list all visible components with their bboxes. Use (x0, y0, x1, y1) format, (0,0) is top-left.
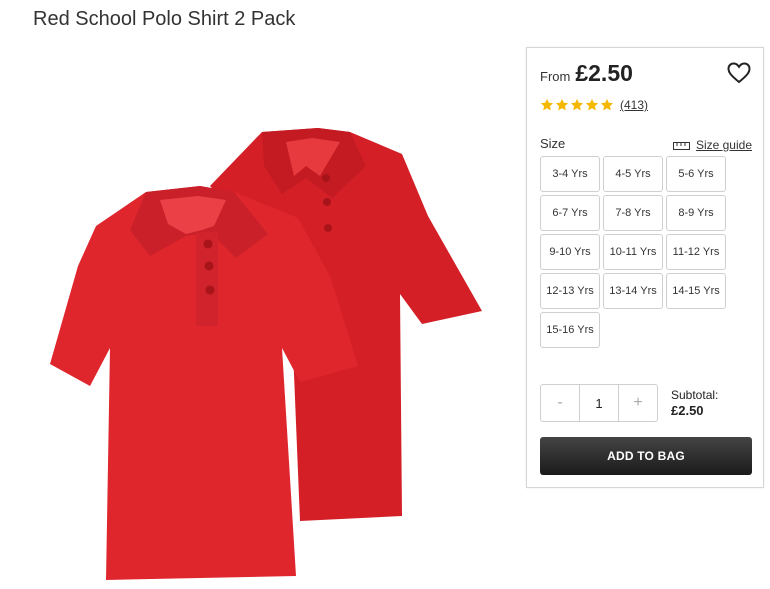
size-option[interactable]: 5-6 Yrs (666, 156, 726, 192)
subtotal-label: Subtotal: (671, 388, 719, 402)
star-icon (555, 98, 569, 111)
size-label: Size (540, 136, 566, 151)
decrease-quantity-button[interactable]: - (541, 385, 579, 421)
heart-icon[interactable] (727, 62, 751, 84)
size-option[interactable]: 9-10 Yrs (540, 234, 600, 270)
subtotal: Subtotal: £2.50 (671, 388, 718, 418)
size-guide-label: Size guide (695, 138, 752, 152)
from-label: From (540, 69, 571, 84)
size-option[interactable]: 12-13 Yrs (540, 273, 600, 309)
size-option[interactable]: 14-15 Yrs (666, 273, 726, 309)
size-option[interactable]: 7-8 Yrs (603, 195, 663, 231)
size-option[interactable]: 3-4 Yrs (540, 156, 600, 192)
size-option[interactable]: 10-11 Yrs (603, 234, 663, 270)
quantity-value[interactable]: 1 (579, 385, 619, 421)
price: £2.50 (575, 60, 633, 86)
quantity-stepper: - 1 + (540, 384, 658, 422)
rating: (413) (540, 98, 648, 112)
product-title: Red School Polo Shirt 2 Pack (33, 8, 296, 30)
size-options: 3-4 Yrs 4-5 Yrs 5-6 Yrs 6-7 Yrs 7-8 Yrs 8-9 Y… (540, 156, 730, 348)
size-option[interactable]: 8-9 Yrs (666, 195, 726, 231)
star-icon (600, 98, 614, 111)
star-icon (540, 98, 554, 111)
size-option[interactable]: 4-5 Yrs (603, 156, 663, 192)
size-option[interactable]: 11-12 Yrs (666, 234, 726, 270)
star-icon (570, 98, 584, 111)
product-image (50, 128, 482, 580)
star-rating (540, 98, 614, 112)
star-icon (585, 98, 599, 111)
purchase-panel: From £2.50 (413) Size Size guide 3-4 Yrs… (526, 47, 764, 488)
review-count-link[interactable]: (413) (620, 98, 648, 112)
size-guide-link[interactable]: Size guide (672, 138, 752, 152)
size-option[interactable]: 6-7 Yrs (540, 195, 600, 231)
size-option[interactable]: 15-16 Yrs (540, 312, 600, 348)
increase-quantity-button[interactable]: + (619, 385, 657, 421)
subtotal-amount: £2.50 (671, 403, 704, 418)
add-to-bag-button[interactable]: ADD TO BAG (540, 437, 752, 475)
ruler-icon (672, 142, 690, 150)
price-row: From £2.50 (540, 60, 633, 87)
size-option[interactable]: 13-14 Yrs (603, 273, 663, 309)
